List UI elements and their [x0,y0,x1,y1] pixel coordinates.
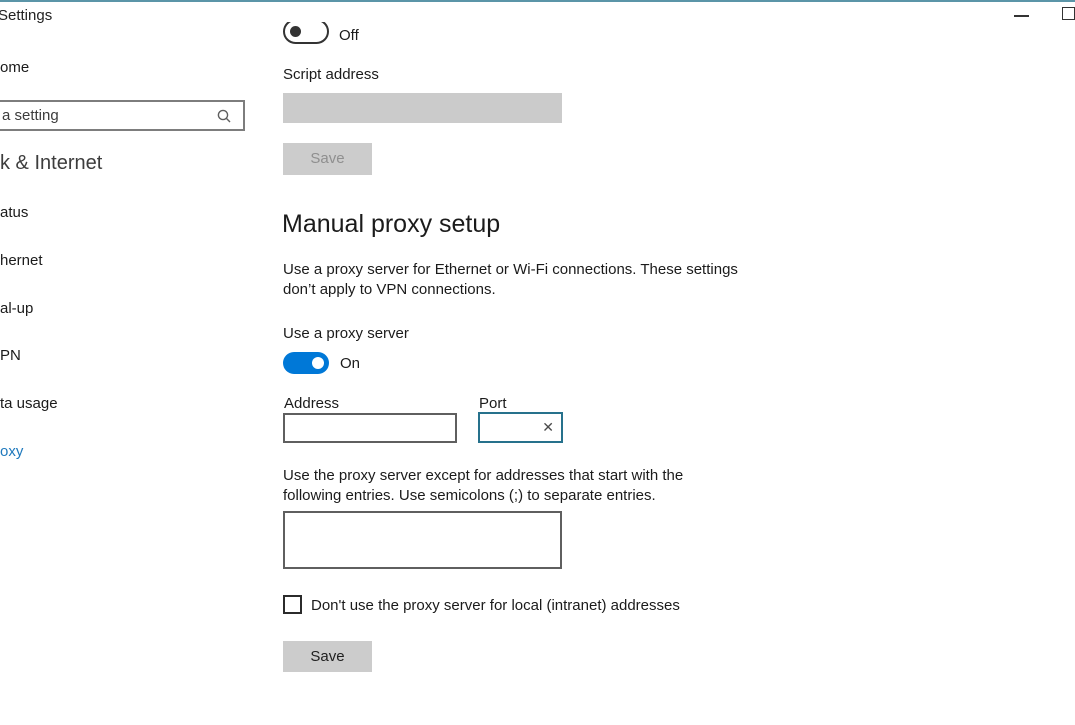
exceptions-description: Use the proxy server except for addresse… [283,466,723,506]
manual-proxy-description: Use a proxy server for Ethernet or Wi-Fi… [283,260,773,300]
use-proxy-toggle-state: On [340,355,360,372]
sidebar-item-dialup[interactable]: al-up [0,300,33,317]
port-input-focused[interactable]: ✕ [478,412,563,443]
titlebar: Settings [0,0,1075,22]
port-label: Port [479,395,507,412]
script-address-label: Script address [283,66,379,83]
search-box[interactable] [0,100,245,131]
use-setup-script-toggle[interactable] [283,19,329,44]
sidebar-item-ethernet[interactable]: hernet [0,252,43,269]
search-icon [216,108,232,124]
sidebar-item-status[interactable]: atus [0,204,28,221]
window-title: Settings [0,7,52,24]
script-address-input [283,93,562,123]
search-input[interactable] [0,102,220,129]
toggle-knob [290,26,301,37]
local-addresses-checkbox-label: Don't use the proxy server for local (in… [311,597,680,614]
sidebar-item-proxy[interactable]: oxy [0,443,23,460]
manual-proxy-heading: Manual proxy setup [282,210,500,239]
address-input[interactable] [283,413,457,443]
maximize-icon[interactable] [1062,7,1075,20]
save-manual-proxy-button[interactable]: Save [283,641,372,672]
window-top-border [0,0,1075,2]
setup-script-toggle-state: Off [339,27,359,44]
port-input[interactable] [480,414,544,441]
exceptions-textarea[interactable] [283,511,562,569]
address-label: Address [284,395,339,412]
clear-input-icon[interactable]: ✕ [542,419,554,436]
save-script-button: Save [283,143,372,175]
use-proxy-server-toggle[interactable] [283,352,329,374]
use-proxy-server-label: Use a proxy server [283,325,409,342]
local-addresses-checkbox[interactable] [283,595,302,614]
minimize-icon[interactable] [1014,15,1029,17]
sidebar-item-home[interactable]: ome [0,59,29,76]
settings-window: Settings ome k & Internet atus hernet al… [0,0,1075,725]
sidebar-item-vpn[interactable]: PN [0,347,21,364]
sidebar-section-network-internet: k & Internet [0,152,102,175]
toggle-knob [312,357,324,369]
sidebar-item-data-usage[interactable]: ta usage [0,395,58,412]
